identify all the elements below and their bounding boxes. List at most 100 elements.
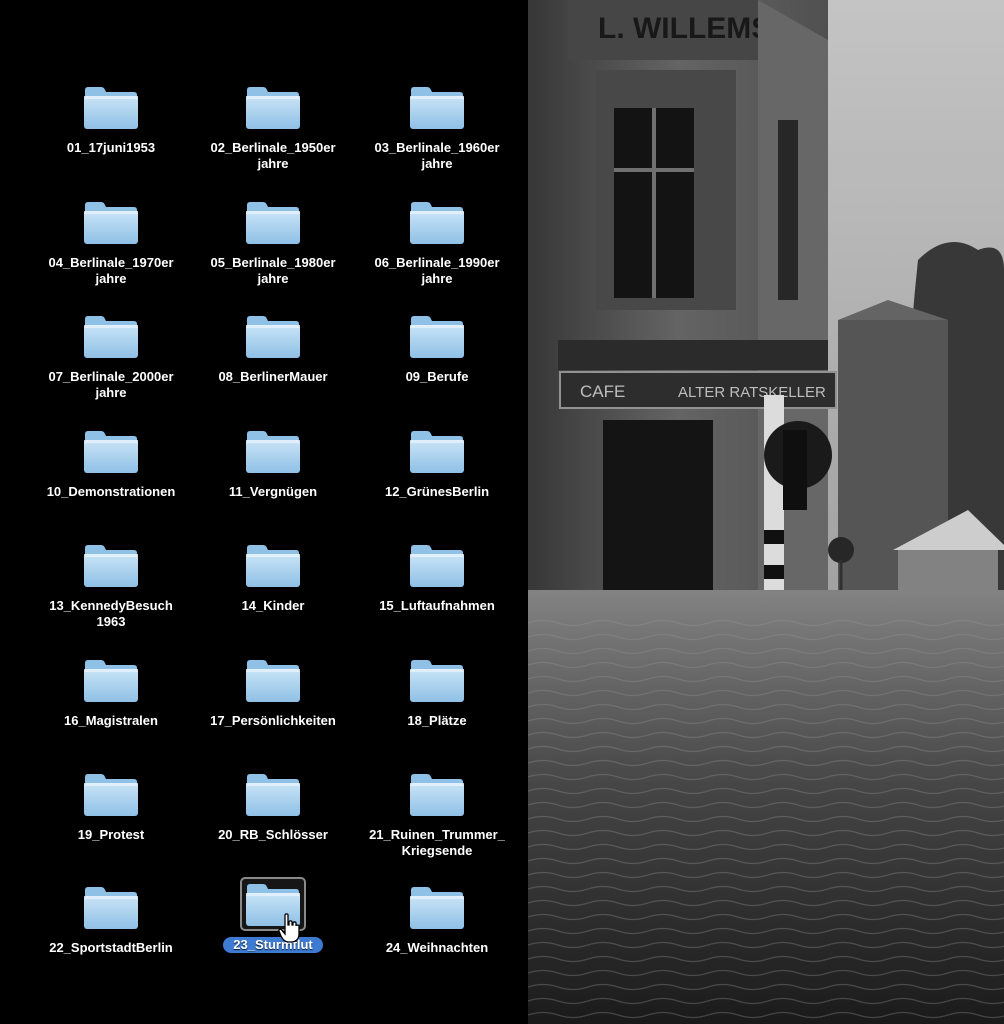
folder-label-line: jahre	[95, 385, 127, 400]
folder-item[interactable]: 19_Protest	[31, 767, 191, 877]
folder-label: 23_Sturmflut	[223, 937, 323, 953]
folder-label-line: jahre	[95, 271, 127, 286]
desktop-wallpaper-photo: L. WILLEMS CAFE ALTER RATSKELLER	[528, 0, 1004, 1024]
folder-label-line: jahre	[257, 271, 289, 286]
folder-item[interactable]: 13_KennedyBesuch 1963	[31, 538, 191, 648]
folder-label-line: jahre	[257, 156, 289, 171]
folder-icon[interactable]	[404, 80, 470, 134]
folder-label-line: 16_Magistralen	[64, 713, 158, 728]
folder-item[interactable]: 16_Magistralen	[31, 653, 191, 763]
folder-item[interactable]: 02_Berlinale_1950er jahre	[193, 80, 353, 190]
folder-label: 03_Berlinale_1960er jahre	[374, 140, 499, 172]
folder-label: 12_GrünesBerlin	[385, 484, 489, 500]
folder-label-line: 20_RB_Schlösser	[218, 827, 328, 842]
folder-label-line: 02_Berlinale_1950er	[210, 140, 336, 155]
folder-item[interactable]: 11_Vergnügen	[193, 424, 353, 534]
folder-label-line: 08_BerlinerMauer	[218, 369, 328, 384]
folder-icon[interactable]	[240, 538, 306, 592]
folder-icon[interactable]	[78, 767, 144, 821]
folder-label: 10_Demonstrationen	[47, 484, 176, 500]
folder-item[interactable]: 15_Luftaufnahmen	[357, 538, 517, 648]
folder-label-line: 13_KennedyBesuch	[49, 598, 173, 613]
folder-item[interactable]: 12_GrünesBerlin	[357, 424, 517, 534]
folder-label: 02_Berlinale_1950er jahre	[210, 140, 335, 172]
folder-icon[interactable]	[78, 309, 144, 363]
folder-icon[interactable]	[78, 80, 144, 134]
folder-label: 01_17juni1953	[67, 140, 155, 156]
folder-label-line: 12_GrünesBerlin	[384, 484, 490, 499]
folder-icon[interactable]	[78, 195, 144, 249]
folder-icon[interactable]	[78, 538, 144, 592]
flood-photo: L. WILLEMS CAFE ALTER RATSKELLER	[528, 0, 1004, 1024]
folder-label: 05_Berlinale_1980er jahre	[210, 255, 335, 287]
folder-icon[interactable]	[240, 309, 306, 363]
folder-label-line: 15_Luftaufnahmen	[379, 598, 495, 613]
folder-label-line: 24_Weihnachten	[385, 940, 489, 955]
desktop: 01_17juni1953 02_Berlinale_1950er jahre 03_…	[0, 0, 1004, 1024]
folder-icon[interactable]	[404, 880, 470, 934]
folder-label-line: jahre	[421, 156, 453, 171]
folder-label-line: 19_Protest	[77, 827, 145, 842]
folder-item[interactable]: 10_Demonstrationen	[31, 424, 191, 534]
folder-label: 20_RB_Schlösser	[218, 827, 328, 843]
folder-label-line: jahre	[421, 271, 453, 286]
folder-label-line: 03_Berlinale_1960er	[374, 140, 500, 155]
folder-label-line: 07_Berlinale_2000er	[48, 369, 174, 384]
folder-icon[interactable]	[78, 424, 144, 478]
folder-label: 04_Berlinale_1970er jahre	[48, 255, 173, 287]
folder-item[interactable]: 05_Berlinale_1980er jahre	[193, 195, 353, 305]
folder-label: 13_KennedyBesuch 1963	[49, 598, 173, 630]
folder-item[interactable]: 04_Berlinale_1970er jahre	[31, 195, 191, 305]
folder-item[interactable]: 06_Berlinale_1990er jahre	[357, 195, 517, 305]
folder-label-line: 21_Ruinen_Trummer_	[369, 827, 505, 842]
folder-icon[interactable]	[404, 767, 470, 821]
folder-label-line: 09_Berufe	[405, 369, 469, 384]
folder-label: 14_Kinder	[242, 598, 305, 614]
folder-grid: 01_17juni1953 02_Berlinale_1950er jahre 03_…	[0, 0, 528, 1024]
folder-icon[interactable]	[404, 653, 470, 707]
folder-item[interactable]: 03_Berlinale_1960er jahre	[357, 80, 517, 190]
hand-pointer-cursor-icon	[278, 913, 300, 943]
folder-icon[interactable]	[78, 880, 144, 934]
folder-icon[interactable]	[404, 309, 470, 363]
folder-item[interactable]: 07_Berlinale_2000er jahre	[31, 309, 191, 419]
folder-label: 16_Magistralen	[64, 713, 158, 729]
folder-item[interactable]: 17_Persönlichkeiten	[193, 653, 353, 763]
folder-label: 07_Berlinale_2000er jahre	[48, 369, 173, 401]
folder-label-line: 05_Berlinale_1980er	[210, 255, 336, 270]
folder-label-line: 23_Sturmflut	[233, 937, 313, 952]
folder-label-line: 06_Berlinale_1990er	[374, 255, 500, 270]
folder-item[interactable]: 20_RB_Schlösser	[193, 767, 353, 877]
folder-label: 06_Berlinale_1990er jahre	[374, 255, 499, 287]
folder-item[interactable]: 09_Berufe	[357, 309, 517, 419]
folder-label-line: 22_SportstadtBerlin	[49, 940, 173, 955]
folder-item[interactable]: 21_Ruinen_Trummer_ Kriegsende	[357, 767, 517, 877]
folder-icon[interactable]	[240, 767, 306, 821]
folder-item[interactable]: 18_Plätze	[357, 653, 517, 763]
folder-item[interactable]: 23_Sturmflut	[193, 877, 353, 987]
folder-icon[interactable]	[404, 424, 470, 478]
folder-label: 24_Weihnachten	[386, 940, 488, 956]
folder-item[interactable]: 22_SportstadtBerlin	[31, 880, 191, 990]
folder-item[interactable]: 08_BerlinerMauer	[193, 309, 353, 419]
folder-label: 17_Persönlichkeiten	[210, 713, 336, 729]
folder-item[interactable]: 01_17juni1953	[31, 80, 191, 190]
folder-label-line: 14_Kinder	[241, 598, 305, 613]
folder-label: 11_Vergnügen	[229, 484, 317, 500]
folder-label-line: 04_Berlinale_1970er	[48, 255, 174, 270]
folder-icon[interactable]	[404, 538, 470, 592]
folder-label-line: 18_Plätze	[407, 713, 467, 728]
folder-label-line: Kriegsende	[401, 843, 473, 858]
folder-icon[interactable]	[240, 195, 306, 249]
folder-item[interactable]: 14_Kinder	[193, 538, 353, 648]
folder-icon[interactable]	[240, 80, 306, 134]
folder-label: 15_Luftaufnahmen	[379, 598, 495, 614]
folder-icon[interactable]	[78, 653, 144, 707]
folder-item[interactable]: 24_Weihnachten	[357, 880, 517, 990]
folder-label: 19_Protest	[78, 827, 144, 843]
folder-label: 08_BerlinerMauer	[218, 369, 327, 385]
folder-label-line: 1963	[96, 614, 126, 629]
folder-icon[interactable]	[404, 195, 470, 249]
folder-icon[interactable]	[240, 653, 306, 707]
folder-icon[interactable]	[240, 424, 306, 478]
